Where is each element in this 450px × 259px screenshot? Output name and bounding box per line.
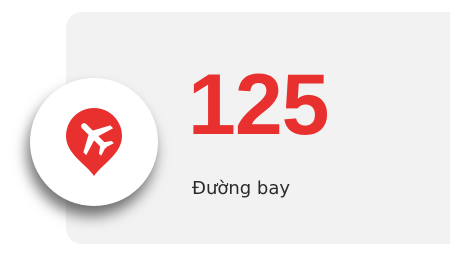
stat-badge: [30, 78, 158, 206]
stat-label: Đường bay: [192, 178, 291, 199]
airplane-location-pin-icon: [66, 108, 122, 176]
stat-value: 125: [188, 57, 329, 153]
